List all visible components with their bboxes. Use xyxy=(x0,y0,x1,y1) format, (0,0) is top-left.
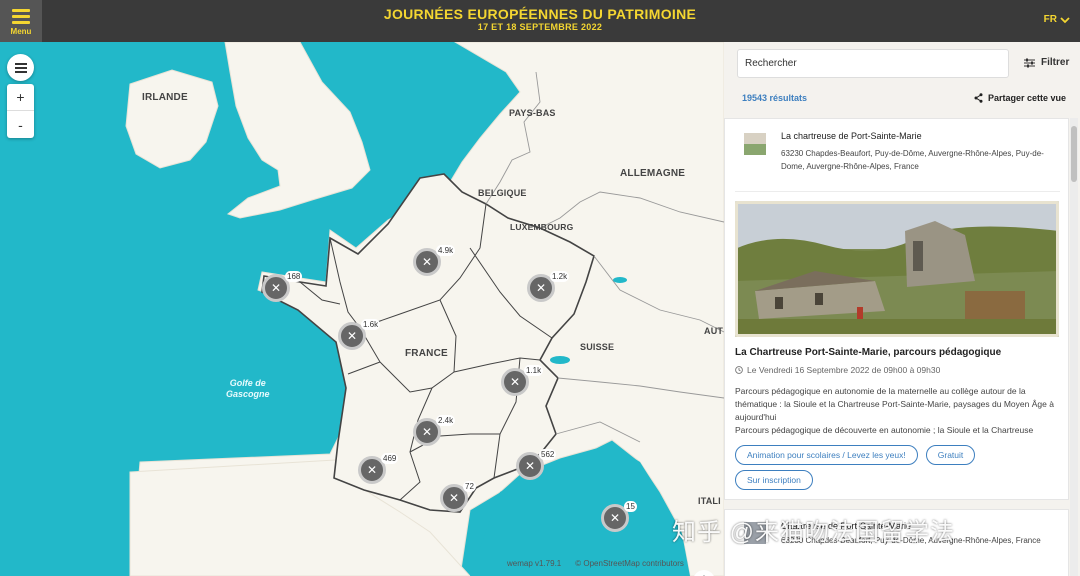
tools-icon: ✕ xyxy=(609,511,621,525)
osm-credit[interactable]: © OpenStreetMap contributors xyxy=(575,559,684,568)
watermark: 知乎 @来猫吻法国留学法 xyxy=(672,519,956,546)
results-sidebar: Filtrer 19543 résultats Partager cette v… xyxy=(724,42,1080,576)
chevron-down-icon xyxy=(1060,16,1070,23)
site-title[interactable]: JOURNÉES EUROPÉENNES DU PATRIMOINE 17 ET… xyxy=(0,6,1080,33)
cluster-count: 72 xyxy=(463,481,476,492)
event-photo[interactable] xyxy=(735,201,1059,337)
language-code: FR xyxy=(1043,14,1057,25)
tools-icon: ✕ xyxy=(421,255,433,269)
results-list: La chartreuse de Port-Sainte-Marie 63230… xyxy=(724,118,1080,576)
sliders-icon xyxy=(1024,58,1035,67)
map-cluster-sud-ouest[interactable]: ✕ 2.4k xyxy=(413,415,456,446)
tag-sur-inscription[interactable]: Sur inscription xyxy=(735,470,813,490)
results-count: 19543 résultats xyxy=(742,93,808,103)
results-scrollbar[interactable] xyxy=(1070,118,1078,576)
label-irlande: IRLANDE xyxy=(142,92,188,103)
cluster-count: 1.1k xyxy=(524,365,544,376)
map-cluster-lyon[interactable]: ✕ 1.1k xyxy=(501,365,544,396)
search-input[interactable] xyxy=(737,49,1009,78)
map-cluster-corse[interactable]: ✕ 15 xyxy=(601,501,637,532)
tools-icon: ✕ xyxy=(509,375,521,389)
cluster-count: 168 xyxy=(285,271,303,282)
cluster-count: 4.9k xyxy=(436,245,456,256)
top-header: Menu JOURNÉES EUROPÉENNES DU PATRIMOINE … xyxy=(0,0,1080,42)
great-britain-land xyxy=(224,42,371,219)
label-pays-bas: PAYS-BAS xyxy=(509,108,556,118)
label-golfe-de-gascogne: Golfe de Gascogne xyxy=(226,378,270,400)
tools-icon: ✕ xyxy=(421,425,433,439)
site-title-dates: 17 ET 18 SEPTEMBRE 2022 xyxy=(477,22,603,32)
site-title-main: JOURNÉES EUROPÉENNES DU PATRIMOINE xyxy=(383,6,697,22)
event-title[interactable]: La Chartreuse Port-Sainte-Marie, parcour… xyxy=(735,347,1001,358)
place-header[interactable]: La chartreuse de Port-Sainte-Marie 63230… xyxy=(725,119,1070,192)
tag-gratuit[interactable]: Gratuit xyxy=(925,445,976,465)
event-description-line1: Parcours pédagogique en autonomie de la … xyxy=(735,386,1054,422)
label-italie: ITALI xyxy=(698,496,721,506)
language-selector[interactable]: FR xyxy=(1044,14,1070,25)
map-view[interactable]: + - IRLANDE PAYS-BAS BELGIQUE ALLEMAGNE … xyxy=(0,42,724,576)
tag-animation-scolaires[interactable]: Animation pour scolaires / Levez les yeu… xyxy=(735,445,918,465)
label-belgique: BELGIQUE xyxy=(478,188,527,198)
tools-icon: ✕ xyxy=(524,459,536,473)
share-icon xyxy=(974,93,983,103)
map-cluster-bretagne[interactable]: ✕ 168 xyxy=(262,271,303,302)
sea-label-line1: Golfe de xyxy=(229,378,266,388)
place-name: La chartreuse de Port-Sainte-Marie xyxy=(781,131,922,141)
place-address: 63230 Chapdes-Beaufort, Puy-de-Dôme, Auv… xyxy=(781,149,1044,171)
cluster-count: 1.2k xyxy=(550,271,570,282)
list-icon xyxy=(14,62,27,73)
cluster-count: 469 xyxy=(381,453,399,464)
map-cluster-est[interactable]: ✕ 1.2k xyxy=(527,271,570,302)
map-cluster-loire[interactable]: ✕ 1.6k xyxy=(338,319,381,350)
label-allemagne: ALLEMAGNE xyxy=(620,168,686,179)
map-cluster-paris[interactable]: ✕ 4.9k xyxy=(413,245,456,276)
list-view-button[interactable] xyxy=(7,54,34,81)
map-attribution: wemap v1.79.1 © OpenStreetMap contributo… xyxy=(507,559,684,568)
clock-icon xyxy=(735,366,743,374)
cluster-count: 2.4k xyxy=(436,415,456,426)
filter-button[interactable]: Filtrer xyxy=(1024,57,1069,68)
label-luxembourg: LUXEMBOURG xyxy=(510,222,574,232)
map-basemap xyxy=(125,42,724,576)
place-thumbnail xyxy=(744,133,766,155)
filter-label: Filtrer xyxy=(1041,57,1070,68)
sea-label-line2: Gascogne xyxy=(226,389,270,399)
wemap-credit[interactable]: wemap v1.79.1 xyxy=(507,559,561,568)
cluster-count: 15 xyxy=(624,501,637,512)
event-photo-illustration xyxy=(735,201,1059,337)
card-divider xyxy=(735,191,1060,192)
event-tags: Animation pour scolaires / Levez les yeu… xyxy=(735,445,1055,490)
zoom-controls: + - xyxy=(7,84,34,138)
cluster-count: 562 xyxy=(539,449,557,460)
label-autriche: AUT xyxy=(704,326,724,336)
tools-icon: ✕ xyxy=(270,281,282,295)
share-label: Partager cette vue xyxy=(988,93,1067,103)
map-cluster-paca[interactable]: ✕ 562 xyxy=(516,449,557,480)
lake-geneva xyxy=(550,356,570,364)
tools-icon: ✕ xyxy=(448,491,460,505)
event-description: Parcours pédagogique en autonomie de la … xyxy=(735,385,1055,437)
label-suisse: SUISSE xyxy=(580,342,615,352)
event-description-line2: Parcours pédagogique de découverte en au… xyxy=(735,425,1034,435)
tools-icon: ✕ xyxy=(346,329,358,343)
tools-icon: ✕ xyxy=(366,463,378,477)
scrollbar-thumb[interactable] xyxy=(1071,126,1077,182)
map-cluster-occitanie[interactable]: ✕ 72 xyxy=(440,481,476,512)
result-card[interactable]: La chartreuse de Port-Sainte-Marie 63230… xyxy=(724,118,1069,500)
tools-icon: ✕ xyxy=(535,281,547,295)
lake-constance xyxy=(613,277,627,283)
zoom-out-button[interactable]: - xyxy=(7,111,34,138)
label-france: FRANCE xyxy=(405,348,448,359)
cluster-count: 1.6k xyxy=(361,319,381,330)
share-view-button[interactable]: Partager cette vue xyxy=(974,93,1066,103)
event-date-text: Le Vendredi 16 Septembre 2022 de 09h00 à… xyxy=(747,365,941,375)
zoom-in-button[interactable]: + xyxy=(7,84,34,111)
event-date: Le Vendredi 16 Septembre 2022 de 09h00 à… xyxy=(735,365,940,375)
ireland-land xyxy=(125,69,219,169)
map-cluster-aquitaine[interactable]: ✕ 469 xyxy=(358,453,399,484)
